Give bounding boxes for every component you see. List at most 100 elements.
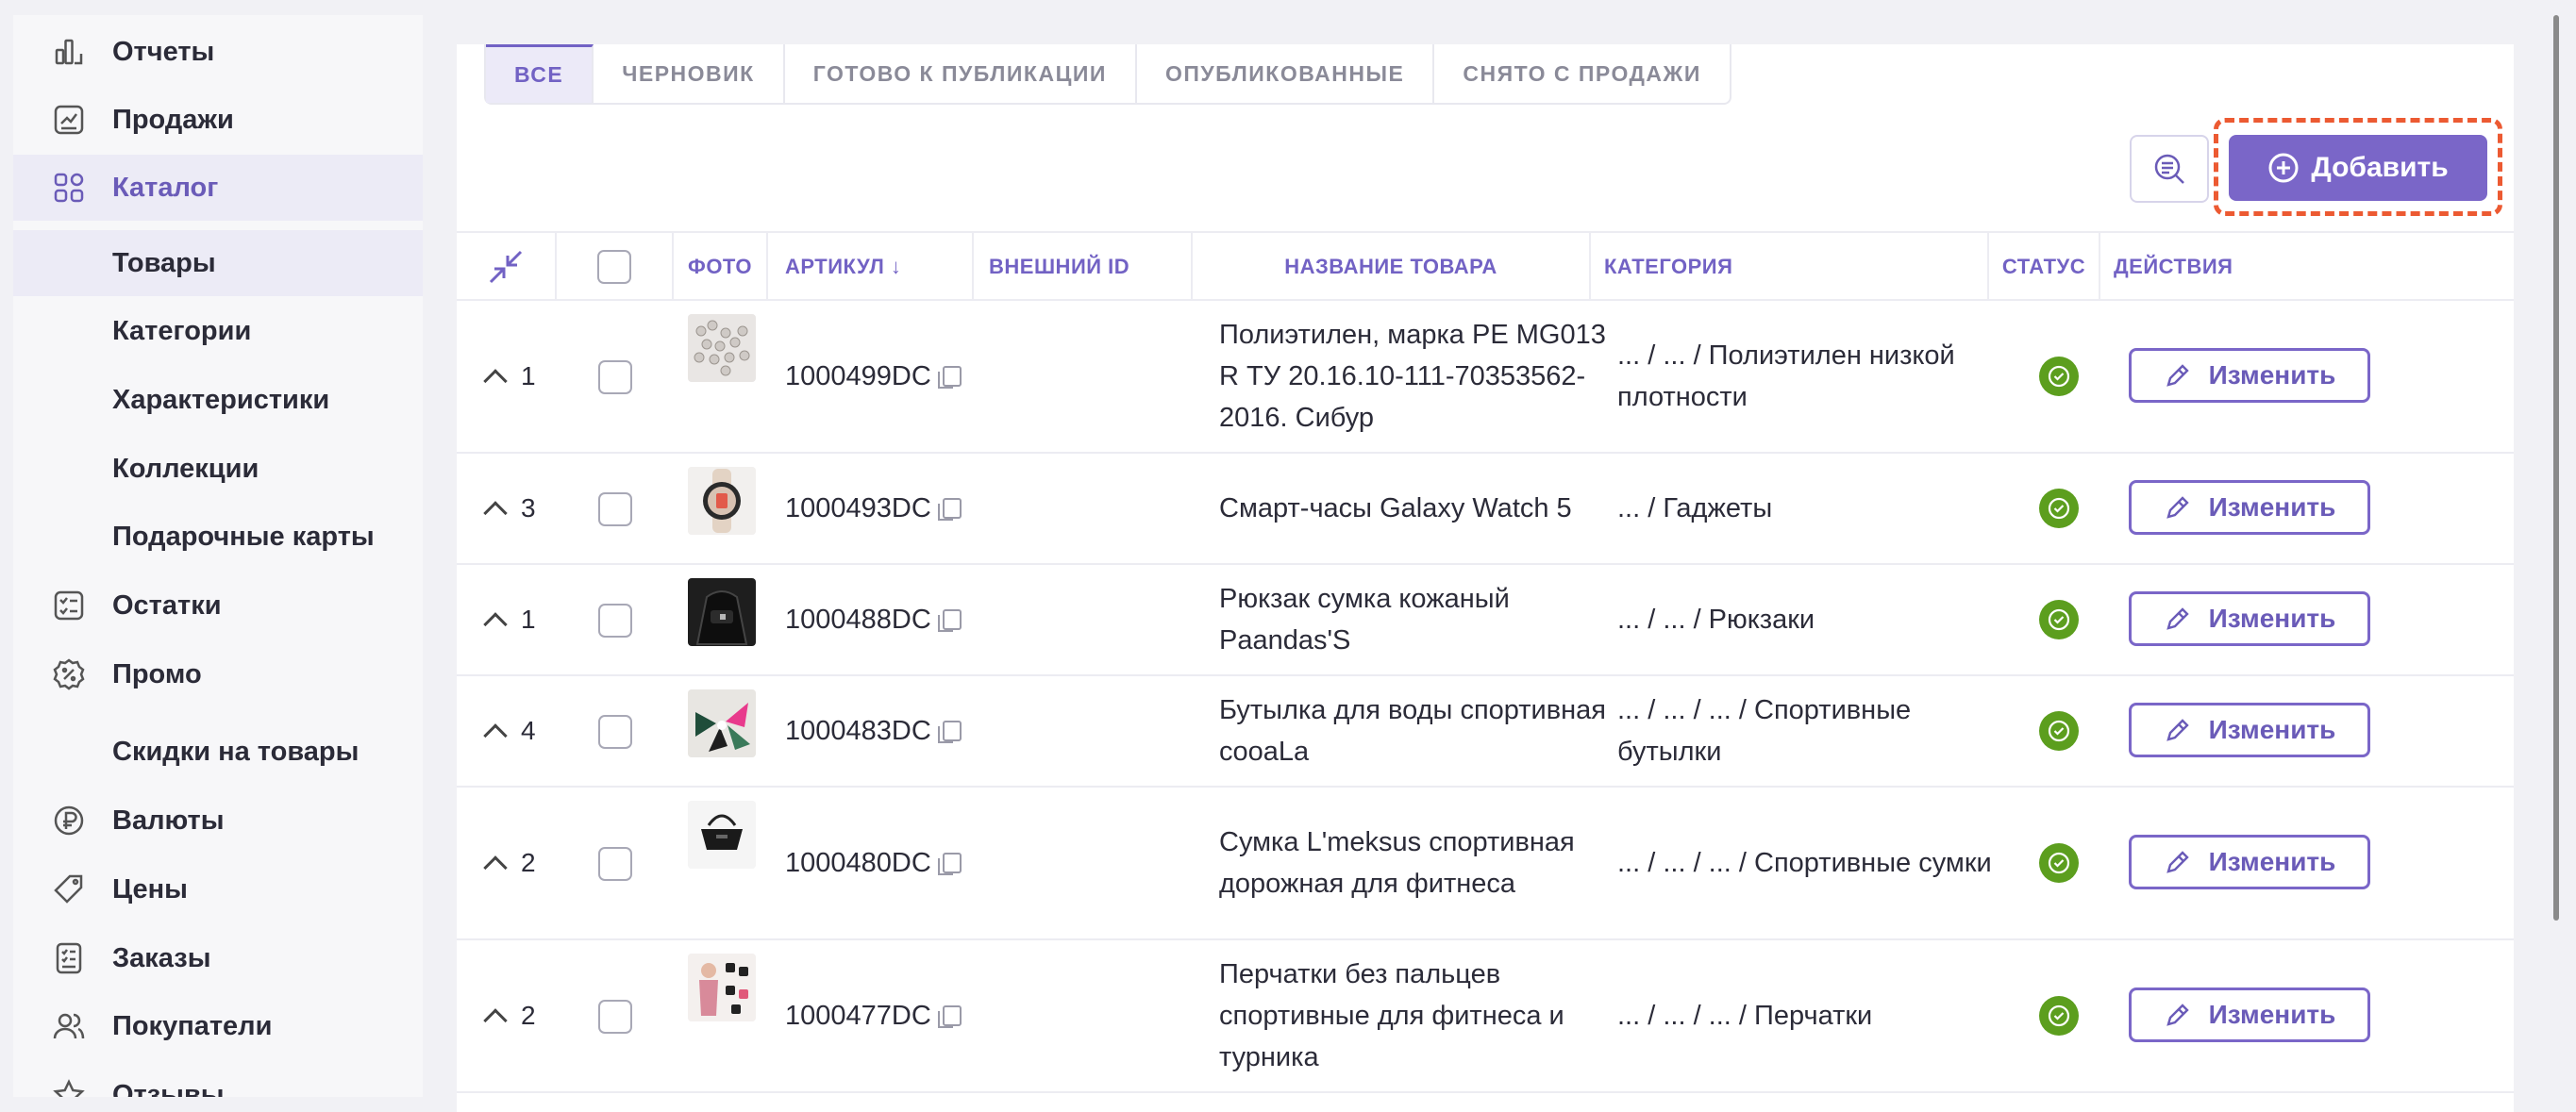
row-checkbox[interactable] <box>598 715 632 749</box>
product-photo[interactable] <box>688 467 756 535</box>
sku-value: 1000477DC <box>785 1000 931 1031</box>
table-row[interactable]: 2 1000480DC Сумка L'meksus спортивная до… <box>457 788 2514 940</box>
variant-count: 2 <box>521 1001 536 1030</box>
sidebar-item-label: Скидки на товары <box>112 736 360 767</box>
sku-cell: 1000499DC <box>785 301 962 452</box>
sku-cell: 1000477DC <box>785 940 962 1091</box>
copy-icon[interactable] <box>937 721 962 743</box>
sidebar-item-currencies[interactable]: Валюты <box>13 788 423 854</box>
product-name[interactable]: Смарт-часы Galaxy Watch 5 <box>1219 454 1615 563</box>
receipt-icon <box>51 940 87 976</box>
col-sku[interactable]: АРТИКУЛ ↓ <box>768 233 974 301</box>
edit-button[interactable]: Изменить <box>2129 988 2370 1042</box>
copy-icon[interactable] <box>937 498 962 521</box>
sidebar-item-gift-cards[interactable]: Подарочные карты <box>13 504 423 570</box>
sidebar-item-promo[interactable]: Промо <box>13 641 423 707</box>
variant-count: 3 <box>521 493 536 523</box>
product-photo[interactable] <box>688 801 756 869</box>
status-published-icon <box>2039 996 2079 1036</box>
select-all-checkbox[interactable] <box>597 250 631 284</box>
main-panel: ВСЕ ЧЕРНОВИК ГОТОВО К ПУБЛИКАЦИИ ОПУБЛИК… <box>457 44 2514 1112</box>
row-checkbox[interactable] <box>598 1000 632 1034</box>
row-checkbox[interactable] <box>598 360 632 394</box>
edit-button[interactable]: Изменить <box>2129 703 2370 757</box>
add-product-button[interactable]: Добавить <box>2229 135 2487 201</box>
sidebar-item-label: Отчеты <box>112 36 215 67</box>
users-icon <box>51 1008 87 1044</box>
copy-icon[interactable] <box>937 366 962 389</box>
sidebar-item-collections[interactable]: Коллекции <box>13 436 423 502</box>
tab-published[interactable]: ОПУБЛИКОВАННЫЕ <box>1137 44 1435 103</box>
expand-toggle[interactable]: 2 <box>483 788 536 938</box>
product-name[interactable]: Перчатки без пальцев спортивные для фитн… <box>1219 940 1615 1091</box>
sidebar-item-product-discounts[interactable]: Скидки на товары <box>13 719 423 785</box>
percent-badge-icon <box>51 656 87 692</box>
col-category[interactable]: КАТЕГОРИЯ <box>1591 233 1989 301</box>
sidebar-item-catalog[interactable]: Каталог <box>13 155 423 221</box>
edit-button[interactable]: Изменить <box>2129 480 2370 535</box>
sidebar-item-reviews[interactable]: Отзывы <box>13 1062 423 1097</box>
product-photo[interactable] <box>688 578 756 646</box>
col-status[interactable]: СТАТУС <box>1989 233 2100 301</box>
edit-button-label: Изменить <box>2208 715 2336 744</box>
status-cell <box>2039 788 2079 938</box>
product-photo[interactable] <box>688 954 756 1021</box>
select-all-cell <box>557 233 674 301</box>
page-scrollbar[interactable] <box>2553 15 2559 921</box>
expand-toggle[interactable]: 2 <box>483 940 536 1091</box>
edit-button[interactable]: Изменить <box>2129 591 2370 646</box>
sku-cell: 1000483DC <box>785 676 962 786</box>
copy-icon[interactable] <box>937 609 962 632</box>
sidebar-item-attributes[interactable]: Характеристики <box>13 367 423 433</box>
copy-icon[interactable] <box>937 1005 962 1028</box>
row-checkbox[interactable] <box>598 604 632 638</box>
tab-all[interactable]: ВСЕ <box>486 44 594 103</box>
product-photo[interactable] <box>688 689 756 757</box>
table-row[interactable]: 3 1000493DC Смарт-часы Galaxy Watch 5 ..… <box>457 454 2514 565</box>
expand-toggle[interactable]: 3 <box>483 454 536 563</box>
expand-toggle[interactable]: 1 <box>483 301 536 452</box>
product-category: ... / Гаджеты <box>1617 493 1773 523</box>
sidebar-item-products[interactable]: Товары <box>13 230 423 296</box>
table-row[interactable]: 1 1000488DC Рюкзак сумка кожаный Paandas… <box>457 565 2514 676</box>
product-name[interactable]: Сумка L'meksus спортивная дорожная для ф… <box>1219 788 1615 938</box>
expand-toggle[interactable]: 4 <box>483 676 536 786</box>
sidebar-item-label: Цены <box>112 873 188 905</box>
table-row[interactable]: 2 1000477DC Перчатки без пальцев спортив… <box>457 940 2514 1093</box>
col-name[interactable]: НАЗВАНИЕ ТОВАРА <box>1193 233 1591 301</box>
status-published-icon <box>2039 711 2079 751</box>
status-cell <box>2039 940 2079 1091</box>
expand-toggle[interactable]: 1 <box>483 565 536 674</box>
sidebar-item-customers[interactable]: Покупатели <box>13 993 423 1059</box>
row-checkbox[interactable] <box>598 492 632 526</box>
star-icon <box>51 1077 87 1097</box>
variant-count: 2 <box>521 848 536 877</box>
col-external-id[interactable]: ВНЕШНИЙ ID <box>974 233 1193 301</box>
sidebar-item-orders[interactable]: Заказы <box>13 925 423 991</box>
tab-unpublished[interactable]: СНЯТО С ПРОДАЖИ <box>1434 44 1729 103</box>
sidebar-item-sales[interactable]: Продажи <box>13 87 423 153</box>
edit-button[interactable]: Изменить <box>2129 348 2370 403</box>
edit-button[interactable]: Изменить <box>2129 835 2370 889</box>
table-row[interactable]: 1 1000499DC Полиэтилен, марка PE MG013 R… <box>457 301 2514 454</box>
tab-ready-to-publish[interactable]: ГОТОВО К ПУБЛИКАЦИИ <box>785 44 1137 103</box>
table-row[interactable]: 4 1000483DC Бутылка для воды спортивная … <box>457 676 2514 788</box>
sidebar-item-stock[interactable]: Остатки <box>13 573 423 639</box>
product-name[interactable]: Рюкзак сумка кожаный Paandas'S <box>1219 565 1615 674</box>
product-name[interactable]: Бутылка для воды спортивная cooaLa <box>1219 676 1615 786</box>
sidebar-item-prices[interactable]: Цены <box>13 856 423 922</box>
row-checkbox[interactable] <box>598 847 632 881</box>
status-cell <box>2039 301 2079 452</box>
copy-icon[interactable] <box>937 853 962 875</box>
search-button[interactable] <box>2130 135 2209 203</box>
collapse-all-button[interactable] <box>457 233 557 301</box>
tab-draft[interactable]: ЧЕРНОВИК <box>594 44 785 103</box>
product-name[interactable]: Полиэтилен, марка PE MG013 R ТУ 20.16.10… <box>1219 301 1615 452</box>
price-tag-icon <box>51 871 87 907</box>
variant-count: 1 <box>521 605 536 634</box>
sidebar-item-categories[interactable]: Категории <box>13 298 423 364</box>
sidebar-item-label: Характеристики <box>112 384 330 415</box>
product-photo[interactable] <box>688 314 756 382</box>
sidebar-item-reports[interactable]: Отчеты <box>13 19 423 85</box>
sidebar: Отчеты Продажи Каталог Товары Категории … <box>13 15 423 1097</box>
